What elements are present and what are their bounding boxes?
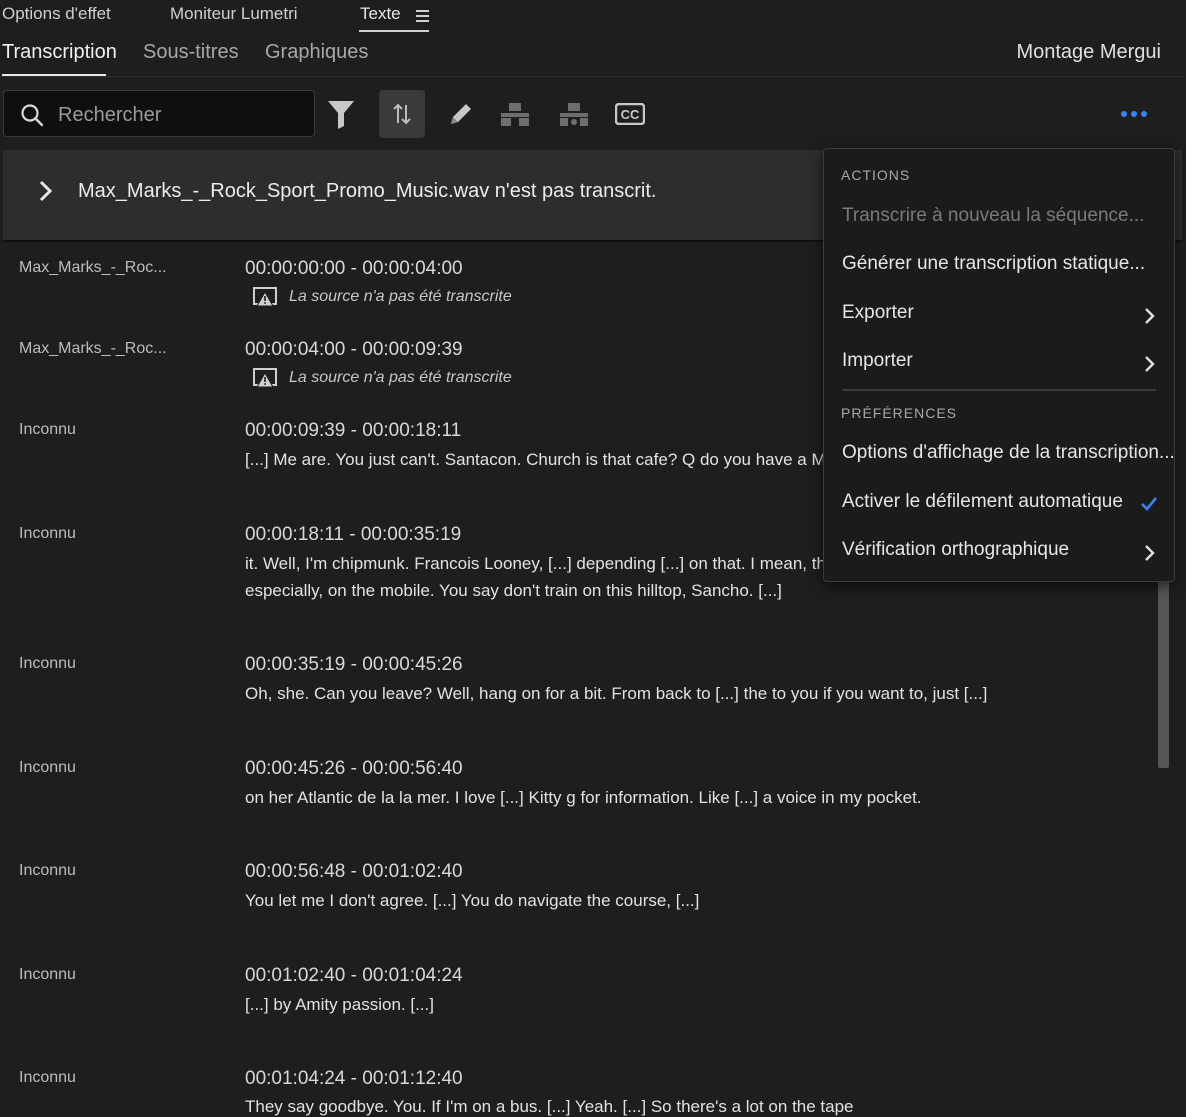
speaker-label[interactable]: Inconnu (19, 421, 76, 439)
menu-item-display-options[interactable]: Options d'affichage de la transcription.… (824, 434, 1175, 478)
speaker-label[interactable]: Inconnu (19, 1069, 76, 1087)
split-button[interactable] (379, 90, 425, 138)
speaker-label[interactable]: Inconnu (19, 966, 76, 984)
merge-icon (501, 103, 529, 126)
captions-button[interactable]: CC (607, 90, 653, 138)
menu-header-actions: ACTIONS (841, 167, 911, 183)
speaker-label[interactable]: Max_Marks_-_Roc... (19, 259, 167, 277)
tab-transcription[interactable]: Transcription (2, 41, 117, 64)
transcript-options-menu: ACTIONS Transcrire à nouveau la séquence… (823, 148, 1175, 582)
sequence-name: Montage Mergui (1016, 41, 1161, 63)
menu-separator (842, 389, 1156, 391)
row-timecode[interactable]: 00:01:02:40 - 00:01:04:24 (245, 965, 463, 987)
menu-item-static-transcript[interactable]: Générer une transcription statique... (824, 245, 1174, 289)
panel-tab-effect-options[interactable]: Options d'effet (2, 4, 111, 24)
menu-item-export[interactable]: Exporter (824, 294, 1174, 338)
menu-item-import[interactable]: Importer (824, 342, 1174, 386)
menu-item-label: Importer (842, 350, 913, 371)
svg-text:CC: CC (621, 107, 640, 122)
row-timecode[interactable]: 00:00:35:19 - 00:00:45:26 (245, 654, 463, 676)
speaker-label[interactable]: Inconnu (19, 759, 76, 777)
more-options-button[interactable] (1111, 90, 1157, 138)
chevron-right-icon (1145, 356, 1155, 372)
transcript-text-line2[interactable]: especially, on the mobile. You say don't… (245, 581, 782, 601)
scrollbar-thumb[interactable] (1158, 580, 1169, 768)
menu-item-spellcheck[interactable]: Vérification orthographique (824, 531, 1174, 575)
search-icon (21, 104, 44, 127)
pencil-icon (451, 104, 471, 124)
not-transcribed-note: La source n'a pas été transcrite (253, 368, 512, 388)
menu-header-preferences: PRÉFÉRENCES (841, 405, 958, 421)
row-timecode[interactable]: 00:01:04:24 - 00:01:12:40 (245, 1068, 463, 1090)
row-timecode[interactable]: 00:00:09:39 - 00:00:18:11 (245, 420, 461, 442)
tabs-divider (0, 76, 1182, 77)
transcript-text[interactable]: it. Well, I'm chipmunk. Francois Looney,… (245, 554, 868, 574)
transcript-text[interactable]: They say goodbye. You. If I'm on a bus. … (245, 1097, 854, 1117)
chevron-right-icon (1145, 308, 1155, 324)
row-timecode[interactable]: 00:00:56:48 - 00:01:02:40 (245, 861, 463, 883)
filter-icon (328, 101, 354, 129)
tab-graphics[interactable]: Graphiques (265, 41, 368, 64)
not-transcribed-note: La source n'a pas été transcrite (253, 287, 512, 307)
transcript-text[interactable]: on her Atlantic de la la mer. I love [..… (245, 788, 922, 808)
note-text: La source n'a pas été transcrite (289, 369, 512, 386)
speaker-label[interactable]: Inconnu (19, 862, 76, 880)
warning-icon (253, 287, 277, 307)
filter-button[interactable] (318, 90, 364, 138)
panel-tab-text[interactable]: Texte (360, 4, 401, 24)
merge-button[interactable] (492, 90, 538, 138)
panel-menu-icon[interactable] (416, 10, 429, 25)
row-timecode[interactable]: 00:00:45:26 - 00:00:56:40 (245, 758, 463, 780)
panel-tab-underline (359, 30, 429, 32)
speaker-label[interactable]: Inconnu (19, 525, 76, 543)
menu-item-label: Activer le défilement automatique (842, 491, 1123, 512)
tab-captions[interactable]: Sous-titres (143, 41, 239, 64)
menu-item-label: Options d'affichage de la transcription.… (842, 442, 1175, 463)
cc-icon: CC (615, 103, 645, 125)
search-box[interactable] (3, 90, 315, 137)
speaker-label[interactable]: Inconnu (19, 655, 76, 673)
warning-icon (253, 368, 277, 388)
chevron-right-icon (1145, 545, 1155, 561)
transcript-text[interactable]: [...] by Amity passion. [...] (245, 995, 434, 1015)
menu-item-label: Exporter (842, 302, 914, 323)
split-icon (393, 103, 411, 125)
chevron-right-icon[interactable] (38, 180, 54, 202)
speaker-label[interactable]: Max_Marks_-_Roc... (19, 340, 167, 358)
transcript-text[interactable]: You let me I don't agree. [...] You do n… (245, 891, 699, 911)
checkmark-icon (1141, 497, 1158, 511)
row-timecode[interactable]: 00:00:00:00 - 00:00:04:00 (245, 258, 463, 280)
align-icon (560, 103, 588, 126)
row-timecode[interactable]: 00:00:18:11 - 00:00:35:19 (245, 524, 461, 546)
more-icon (1121, 111, 1147, 117)
edit-button[interactable] (438, 90, 484, 138)
search-input[interactable] (56, 99, 310, 131)
menu-item-label: Générer une transcription statique... (842, 253, 1146, 274)
menu-item-autoscroll[interactable]: Activer le défilement automatique (824, 483, 1174, 527)
note-text: La source n'a pas été transcrite (289, 288, 512, 305)
menu-item-label: Vérification orthographique (842, 539, 1070, 560)
transcript-text[interactable]: [...] Me are. You just can't. Santacon. … (245, 450, 872, 470)
row-timecode[interactable]: 00:00:04:00 - 00:00:09:39 (245, 339, 463, 361)
menu-item-label: Transcrire à nouveau la séquence... (842, 205, 1145, 226)
panel-tab-lumetri[interactable]: Moniteur Lumetri (170, 4, 298, 24)
align-button[interactable] (551, 90, 597, 138)
transcript-text[interactable]: Oh, she. Can you leave? Well, hang on fo… (245, 684, 987, 704)
banner-text: Max_Marks_-_Rock_Sport_Promo_Music.wav n… (78, 180, 657, 202)
menu-item-retranscribe: Transcrire à nouveau la séquence... (824, 197, 1174, 241)
